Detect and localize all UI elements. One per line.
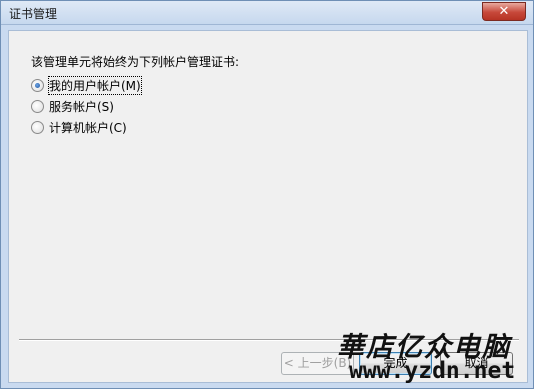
radio-my-user-account[interactable] [31,78,44,92]
option-computer-account[interactable]: 计算机帐户(C) [31,118,127,136]
option-my-user-account[interactable]: 我的用户帐户(M) [31,75,142,95]
option-label[interactable]: 服务帐户(S) [49,98,114,115]
radio-service-account[interactable] [31,99,44,113]
option-label[interactable]: 我的用户帐户(M) [48,75,142,95]
title-bar[interactable]: 证书管理 ✕ [1,1,533,25]
option-label[interactable]: 计算机帐户(C) [49,119,127,136]
radio-computer-account[interactable] [31,120,44,134]
close-button[interactable]: ✕ [482,2,526,21]
prompt-text: 该管理单元将始终为下列帐户管理证书: [31,55,240,69]
window-title: 证书管理 [9,7,58,21]
close-icon: ✕ [498,4,510,19]
option-service-account[interactable]: 服务帐户(S) [31,97,114,115]
certificate-dialog: 证书管理 ✕ 该管理单元将始终为下列帐户管理证书: 我的用户帐户(M) 服务帐户… [0,0,534,389]
watermark-url: www.yzdn.net [349,358,516,384]
